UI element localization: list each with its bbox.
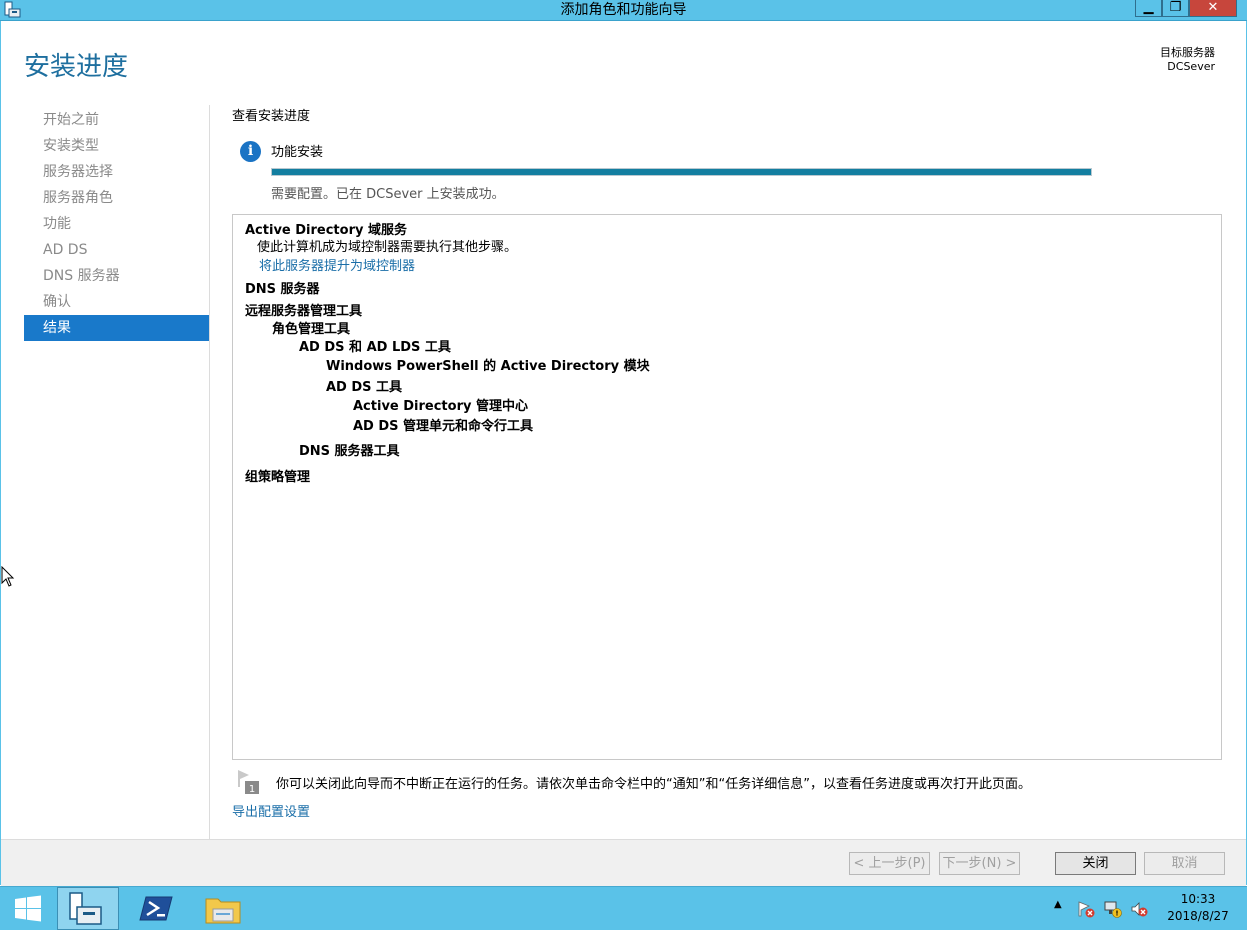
nav-item-confirmation: 确认 xyxy=(43,294,71,310)
result-rsat: 远程服务器管理工具 xyxy=(245,304,363,319)
nav-divider xyxy=(209,105,210,847)
result-ad-ds-snapins: AD DS 管理单元和命令行工具 xyxy=(353,419,534,434)
nav-item-features: 功能 xyxy=(43,216,71,232)
wizard-nav: 开始之前 安装类型 服务器选择 服务器角色 功能 AD DS DNS 服务器 确… xyxy=(24,107,209,341)
nav-item-before-you-begin: 开始之前 xyxy=(43,112,99,128)
clock-date: 2018/8/27 xyxy=(1167,909,1229,923)
nav-item-installation-type: 安装类型 xyxy=(43,138,99,154)
note-icon-number: 1 xyxy=(249,784,255,795)
clock-time: 10:33 xyxy=(1180,892,1216,906)
results-panel[interactable]: Active Directory 域服务 使此计算机成为域控制器需要执行其他步骤… xyxy=(232,214,1222,760)
result-dns-server-tools: DNS 服务器工具 xyxy=(299,444,400,459)
start-button[interactable] xyxy=(0,887,56,930)
target-server: 目标服务器 DCSever xyxy=(1160,46,1215,74)
maximize-button[interactable]: ❐ xyxy=(1162,0,1189,17)
nav-item-results[interactable]: 结果 xyxy=(24,315,209,341)
powershell-icon xyxy=(139,896,173,921)
minimize-button[interactable]: ▁ xyxy=(1135,0,1162,17)
page-title: 安装进度 xyxy=(24,52,129,82)
promote-dc-link[interactable]: 将此服务器提升为域控制器 xyxy=(259,255,415,274)
result-ad-admin-center: Active Directory 管理中心 xyxy=(353,399,528,414)
folder-icon xyxy=(205,898,241,924)
status-text: 需要配置。已在 DCSever 上安装成功。 xyxy=(271,187,505,202)
next-button[interactable]: 下一步(N) > xyxy=(939,852,1020,875)
taskbar: ▲ 10:33 2018/8/27 xyxy=(0,886,1247,930)
footer-bar: < 上一步(P) 下一步(N) > 关闭 取消 xyxy=(1,839,1246,886)
cancel-button[interactable]: 取消 xyxy=(1144,852,1225,875)
volume-muted-icon[interactable] xyxy=(1130,900,1148,918)
taskbar-powershell[interactable] xyxy=(132,887,182,930)
mouse-cursor-icon xyxy=(1,566,15,587)
export-config-link[interactable]: 导出配置设置 xyxy=(232,801,310,820)
result-group-policy: 组策略管理 xyxy=(245,470,311,485)
nav-item-server-roles: 服务器角色 xyxy=(43,190,113,206)
tray-overflow-icon[interactable]: ▲ xyxy=(1054,899,1062,910)
progress-bar-fill xyxy=(272,169,1091,175)
note-text: 你可以关闭此向导而不中断正在运行的任务。请依次单击命令栏中的“通知”和“任务详细… xyxy=(276,777,1031,792)
title-bar[interactable]: 添加角色和功能向导 ▁ ❐ ✕ xyxy=(0,0,1247,21)
nav-item-server-selection: 服务器选择 xyxy=(43,164,113,180)
section-title: 查看安装进度 xyxy=(232,109,311,124)
progress-bar xyxy=(271,168,1092,176)
info-icon: i xyxy=(240,141,261,162)
result-role-admin-tools: 角色管理工具 xyxy=(272,322,351,337)
close-window-button[interactable]: ✕ xyxy=(1189,0,1237,17)
result-ad-powershell-module: Windows PowerShell 的 Active Directory 模块 xyxy=(326,359,650,374)
nav-item-ad-ds: AD DS xyxy=(43,242,88,258)
result-ad-ds-note: 使此计算机成为域控制器需要执行其他步骤。 xyxy=(257,240,518,255)
nav-item-dns-server: DNS 服务器 xyxy=(43,268,120,284)
result-ad-ds-tools: AD DS 工具 xyxy=(326,380,403,395)
result-ad-ds-lds-tools: AD DS 和 AD LDS 工具 xyxy=(299,340,451,355)
previous-button[interactable]: < 上一步(P) xyxy=(849,852,930,875)
taskbar-file-explorer[interactable] xyxy=(198,887,248,930)
target-server-name: DCSever xyxy=(1167,60,1215,73)
windows-logo-icon xyxy=(15,895,41,922)
taskbar-server-manager[interactable] xyxy=(57,887,119,930)
notification-flag-icon: 1 xyxy=(238,770,259,795)
wizard-window: 安装进度 目标服务器 DCSever 开始之前 安装类型 服务器选择 服务器角色… xyxy=(0,21,1247,886)
progress-label: 功能安装 xyxy=(271,145,324,160)
close-button[interactable]: 关闭 xyxy=(1055,852,1136,875)
server-manager-icon xyxy=(69,892,102,925)
result-dns-server: DNS 服务器 xyxy=(245,282,320,297)
target-server-label: 目标服务器 xyxy=(1160,46,1215,59)
network-icon[interactable] xyxy=(1104,900,1122,918)
action-center-flag-icon[interactable] xyxy=(1077,900,1095,918)
system-clock[interactable]: 10:33 2018/8/27 xyxy=(1160,891,1236,925)
window-title: 添加角色和功能向导 xyxy=(560,2,687,18)
